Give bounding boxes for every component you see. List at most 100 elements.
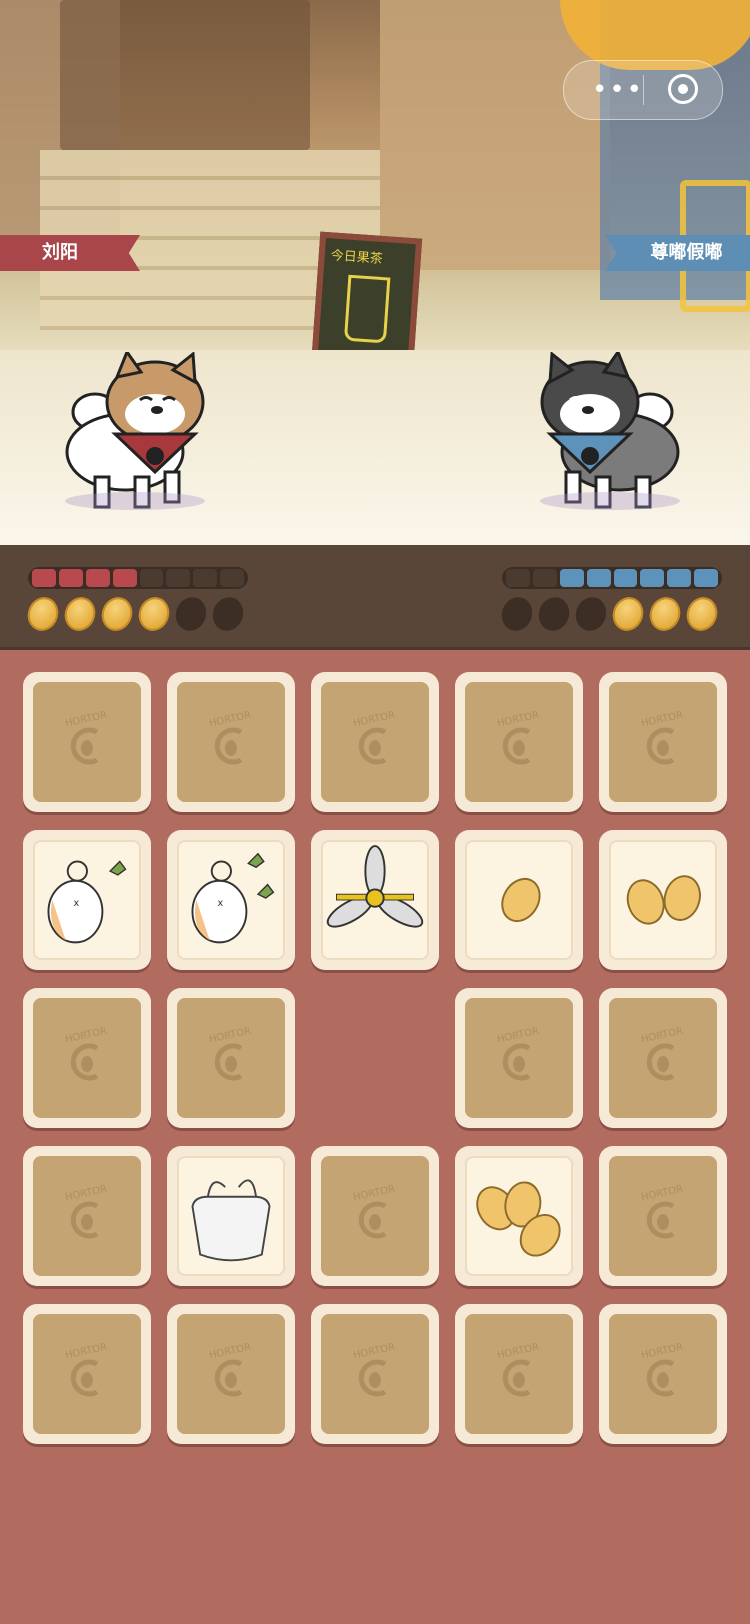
bean-icon [608,592,648,636]
bean-icon [23,592,63,636]
card-face-down[interactable]: HORTOR [311,672,439,812]
health-segment-empty [506,569,530,587]
card-face-up[interactable] [311,830,439,970]
card-face-down[interactable]: HORTOR [599,672,727,812]
card-face-up[interactable] [599,830,727,970]
card-back: HORTOR [321,1156,429,1276]
hortor-logo-icon: HORTOR [208,1026,252,1081]
hortor-logo-icon: HORTOR [64,1184,108,1239]
bean-empty-icon [534,592,574,636]
card-back: HORTOR [465,682,573,802]
bean-icon [60,592,100,636]
hortor-logo-icon: HORTOR [208,1342,252,1397]
card-back: HORTOR [609,998,717,1118]
svg-text:HORTOR: HORTOR [208,1026,252,1045]
card-face-up[interactable]: x [23,830,151,970]
close-target-icon[interactable] [668,74,698,104]
card-face-down[interactable]: HORTOR [167,988,295,1128]
health-segment-filled [586,569,611,587]
card-back: HORTOR [465,998,573,1118]
more-icon[interactable]: ••• [592,77,644,103]
card-face-down[interactable]: HORTOR [167,672,295,812]
svg-text:HORTOR: HORTOR [352,710,396,729]
svg-text:x: x [74,898,80,909]
card-face-up[interactable] [455,1146,583,1286]
svg-text:HORTOR: HORTOR [208,710,252,729]
chalkboard-text: 今日果茶 [330,248,384,268]
health-segment-empty [166,569,191,587]
hortor-logo-icon: HORTOR [208,710,252,765]
miniprogram-capsule: ••• [563,60,723,120]
capsule-divider [643,75,644,105]
health-segment-filled [32,569,56,587]
plastic-bag-icon [177,1156,285,1276]
card-back: HORTOR [609,1314,717,1434]
card-face-down[interactable]: HORTOR [23,672,151,812]
health-segment-filled [694,569,718,587]
bean-icon [134,592,174,636]
card-back: HORTOR [321,1314,429,1434]
health-segment-filled [667,569,692,587]
card-face-down[interactable]: HORTOR [599,1304,727,1444]
hortor-logo-icon: HORTOR [640,710,684,765]
background-door [60,0,310,150]
card-back: HORTOR [33,1156,141,1276]
status-bar [0,545,750,650]
card-grid: HORTOR HORTOR HORTOR HORTOR HORTOR x x HORTOR HO… [23,672,733,1444]
player-right-health-bar [502,567,722,589]
player-right-beans [497,592,722,636]
card-back: HORTOR [465,1314,573,1434]
dog-butt-fart-icon: x [33,840,141,960]
card-face-down[interactable]: HORTOR [455,672,583,812]
hortor-logo-icon: HORTOR [64,710,108,765]
card-face-down[interactable]: HORTOR [23,1304,151,1444]
bean-empty-icon [571,592,611,636]
card-back: HORTOR [33,1314,141,1434]
card-face-up[interactable] [455,830,583,970]
card-face-down[interactable]: HORTOR [599,1146,727,1286]
fan-icon [321,840,429,960]
svg-text:HORTOR: HORTOR [64,710,108,729]
hortor-logo-icon: HORTOR [640,1342,684,1397]
card-back: HORTOR [177,682,285,802]
bean-three-icon [465,1156,573,1276]
card-face-down[interactable]: HORTOR [455,988,583,1128]
card-face-down[interactable]: HORTOR [23,1146,151,1286]
card-face-down[interactable]: HORTOR [167,1304,295,1444]
card-back: HORTOR [177,1314,285,1434]
card-face-down[interactable]: HORTOR [311,1304,439,1444]
hortor-logo-icon: HORTOR [352,1184,396,1239]
svg-text:HORTOR: HORTOR [640,1342,684,1361]
card-face-down[interactable]: HORTOR [455,1304,583,1444]
card-back: HORTOR [177,998,285,1118]
card-face-down[interactable]: HORTOR [23,988,151,1128]
card-face-down[interactable]: HORTOR [311,1146,439,1286]
card-face-up[interactable] [167,1146,295,1286]
card-empty-slot [311,988,439,1128]
health-segment-filled [559,569,584,587]
card-back: HORTOR [609,1156,717,1276]
player-left-health-bar [28,567,248,589]
player-left-beans [23,592,248,636]
svg-text:HORTOR: HORTOR [352,1184,396,1203]
player-right-shiba-icon [530,348,690,512]
bean-icon [645,592,685,636]
hortor-logo-icon: HORTOR [64,1026,108,1081]
svg-text:HORTOR: HORTOR [64,1342,108,1361]
card-back: HORTOR [609,682,717,802]
card-back: HORTOR [33,682,141,802]
hortor-logo-icon: HORTOR [64,1342,108,1397]
hortor-logo-icon: HORTOR [352,1342,396,1397]
svg-text:HORTOR: HORTOR [352,1342,396,1361]
health-segment-empty [532,569,557,587]
svg-text:x: x [218,898,224,909]
svg-text:HORTOR: HORTOR [64,1026,108,1045]
health-segment-filled [640,569,665,587]
health-segment-filled [613,569,638,587]
card-face-down[interactable]: HORTOR [599,988,727,1128]
card-face-up[interactable]: x [167,830,295,970]
bean-icon [97,592,137,636]
svg-text:HORTOR: HORTOR [496,710,540,729]
bean-empty-icon [171,592,211,636]
health-segment-filled [58,569,83,587]
